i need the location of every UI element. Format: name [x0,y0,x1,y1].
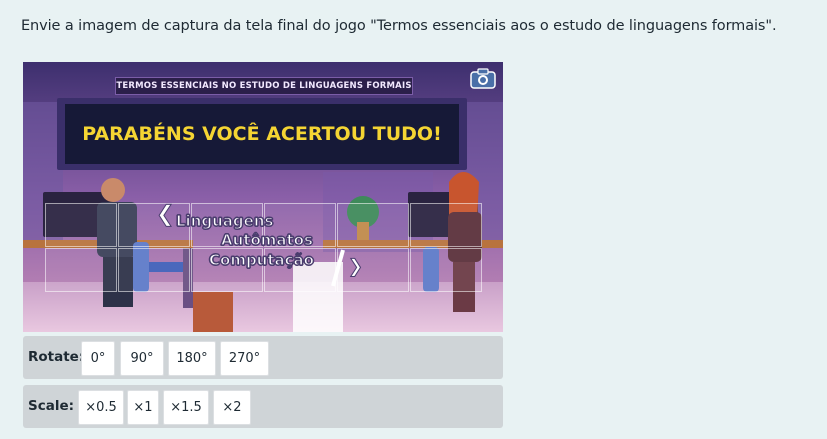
scale-label: Scale: [28,398,75,414]
slash-divider [331,249,345,287]
scale-0.5-button[interactable]: ×0.5 [78,390,124,425]
rotate-label: Rotate: [28,349,85,365]
rotate-0-button[interactable]: 0° [81,341,115,376]
grid-cell [45,203,117,247]
next-arrow-icon[interactable]: ❯ [347,256,363,278]
rotate-90-button[interactable]: 90° [120,341,164,376]
game-headline: PARABÉNS VOCÊ ACERTOU TUDO! [65,104,459,164]
rotate-270-button[interactable]: 270° [220,341,269,376]
rotate-controls: Rotate: 0° 90° 180° 270° [23,336,503,379]
word-linguagens: Linguagens [175,211,274,230]
grid-cell [118,248,190,292]
scale-1.5-button[interactable]: ×1.5 [163,390,209,425]
previous-arrow-icon[interactable]: ❮ [155,202,174,228]
scale-controls: Scale: ×0.5 ×1 ×1.5 ×2 [23,385,503,428]
word-computacao: Computação [208,250,314,269]
instruction-text: Envie a imagem de captura da tela final … [21,18,777,34]
grid-cell [45,248,117,292]
grid-cell [410,248,482,292]
grid-cell [337,203,409,247]
game-subtitle: TERMOS ESSENCIAIS NO ESTUDO DE LINGUAGEN… [115,77,413,95]
rotate-180-button[interactable]: 180° [168,341,216,376]
game-screenshot: TERMOS ESSENCIAIS NO ESTUDO DE LINGUAGEN… [23,62,503,332]
word-automatos: Autômatos [220,230,313,249]
camera-icon[interactable] [469,66,497,90]
scale-2-button[interactable]: ×2 [213,390,251,425]
scale-1-button[interactable]: ×1 [127,390,159,425]
grid-cell [410,203,482,247]
